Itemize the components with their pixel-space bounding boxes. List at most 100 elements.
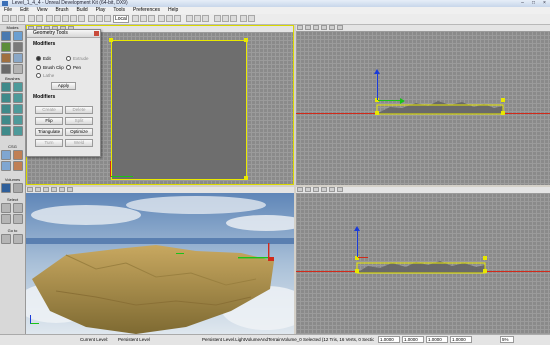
goto-actor-icon[interactable] — [1, 234, 11, 244]
wireframe-icon[interactable] — [313, 187, 319, 192]
flip-button[interactable]: Flip — [35, 117, 63, 125]
weld-button[interactable]: Weld — [65, 139, 93, 147]
vertex-handle[interactable] — [501, 98, 505, 102]
foliage-mode-icon[interactable] — [13, 64, 23, 74]
lock-icon[interactable] — [297, 187, 303, 192]
open-icon[interactable] — [10, 15, 17, 22]
settings-icon[interactable] — [240, 15, 247, 22]
vertex-handle[interactable] — [483, 269, 487, 273]
lock-icon[interactable] — [297, 25, 303, 30]
wireframe-icon[interactable] — [313, 25, 319, 30]
translate-icon[interactable] — [88, 15, 95, 22]
split-button[interactable]: Split — [65, 117, 93, 125]
goto-builder-icon[interactable] — [13, 234, 23, 244]
viewport-perspective[interactable] — [26, 187, 294, 334]
terrain-profile-front[interactable] — [376, 95, 506, 117]
select-show-icon[interactable] — [1, 203, 11, 213]
menu-item-build[interactable]: Build — [73, 7, 92, 14]
vertex-handle[interactable] — [483, 256, 487, 260]
select-all-icon[interactable] — [13, 214, 23, 224]
build-all-icon[interactable] — [174, 15, 181, 22]
redo-icon[interactable] — [36, 15, 43, 22]
viewport-front[interactable] — [296, 25, 550, 185]
camera-mode-icon[interactable] — [1, 31, 11, 41]
scale-grid-icon[interactable] — [78, 15, 85, 22]
perspective-icon[interactable] — [305, 187, 311, 192]
terrain-profile-side[interactable] — [356, 255, 488, 275]
minimize-button[interactable]: – — [517, 0, 528, 6]
vertex-handle[interactable] — [355, 269, 359, 273]
vertex-handle[interactable] — [244, 176, 248, 180]
close-icon[interactable] — [94, 31, 99, 36]
game-view-icon[interactable] — [329, 25, 335, 30]
maximize-icon[interactable] — [67, 187, 73, 192]
create-button[interactable]: Create — [35, 106, 63, 114]
turn-button[interactable]: Turn — [35, 139, 63, 147]
curved-stair-icon[interactable] — [13, 93, 23, 103]
csg-subtract-icon[interactable] — [13, 150, 23, 160]
play-console-icon[interactable] — [194, 15, 201, 22]
menu-item-tools[interactable]: Tools — [109, 7, 129, 14]
scale-grid-field[interactable]: 1.0000 — [426, 336, 448, 343]
radio-extrude[interactable]: Extrude — [66, 56, 89, 62]
radio-pen[interactable]: Pen — [66, 65, 81, 71]
toggle-icon[interactable] — [214, 15, 221, 22]
rotate-icon[interactable] — [96, 15, 103, 22]
mesh-paint-icon[interactable] — [1, 53, 11, 63]
realtime-icon[interactable] — [321, 187, 327, 192]
z-axis-gizmo[interactable] — [357, 229, 358, 257]
coordinate-combo[interactable]: Local — [113, 15, 129, 23]
vertex-handle[interactable] — [375, 111, 379, 115]
menu-item-edit[interactable]: Edit — [16, 7, 33, 14]
menu-item-file[interactable]: File — [0, 7, 16, 14]
save-icon[interactable] — [18, 15, 25, 22]
maximize-icon[interactable] — [337, 187, 343, 192]
spiral-stair-icon[interactable] — [13, 104, 23, 114]
drag-grid-icon[interactable] — [62, 15, 69, 22]
search-icon[interactable] — [46, 15, 53, 22]
paths-icon[interactable] — [166, 15, 173, 22]
radio-lathe[interactable]: Lathe — [36, 73, 54, 79]
rotation-grid-field[interactable]: 1.0000 — [402, 336, 424, 343]
x-axis-gizmo[interactable] — [378, 100, 400, 101]
geometry-mode-icon[interactable] — [13, 31, 23, 41]
sphere-brush-icon[interactable] — [13, 115, 23, 125]
radio-brush-clip[interactable]: Brush Clip — [36, 65, 64, 71]
game-view-icon[interactable] — [59, 187, 65, 192]
cover-mode-icon[interactable] — [1, 64, 11, 74]
triangulate-button[interactable]: Triangulate — [35, 128, 63, 136]
toggle2-icon[interactable] — [222, 15, 229, 22]
wireframe-icon[interactable] — [43, 187, 49, 192]
play-in-editor-icon[interactable] — [186, 15, 193, 22]
cone-brush-icon[interactable] — [13, 82, 23, 92]
z-axis-gizmo[interactable] — [377, 72, 378, 100]
volume-icon[interactable] — [1, 183, 11, 193]
csg-deintersect-icon[interactable] — [13, 161, 23, 171]
game-view-icon[interactable] — [329, 187, 335, 192]
matinee-icon[interactable] — [148, 15, 155, 22]
rotate-grid-icon[interactable] — [70, 15, 77, 22]
csg-intersect-icon[interactable] — [1, 161, 11, 171]
realtime-icon[interactable] — [51, 187, 57, 192]
linear-stair-icon[interactable] — [1, 104, 11, 114]
lighting-icon[interactable] — [158, 15, 165, 22]
texture-mode-icon[interactable] — [13, 42, 23, 52]
sheet-brush-icon[interactable] — [1, 115, 11, 125]
csg-add-icon[interactable] — [1, 150, 11, 160]
vertex-handle[interactable] — [244, 38, 248, 42]
apply-button[interactable]: Apply — [51, 82, 76, 90]
play-mobile-icon[interactable] — [202, 15, 209, 22]
vertex-handle[interactable] — [109, 38, 113, 42]
camera-icon[interactable] — [54, 15, 61, 22]
close-button[interactable]: × — [539, 0, 550, 6]
menu-item-help[interactable]: Help — [164, 7, 182, 14]
scale-field[interactable]: 1.0000 — [450, 336, 472, 343]
cube-brush-icon[interactable] — [1, 82, 11, 92]
realtime-icon[interactable] — [321, 25, 327, 30]
undo-icon[interactable] — [28, 15, 35, 22]
help-icon[interactable] — [248, 15, 255, 22]
menu-item-play[interactable]: Play — [92, 7, 110, 14]
new-icon[interactable] — [2, 15, 9, 22]
tetrahedron-brush-icon[interactable] — [13, 126, 23, 136]
maximize-button[interactable]: □ — [528, 0, 539, 6]
